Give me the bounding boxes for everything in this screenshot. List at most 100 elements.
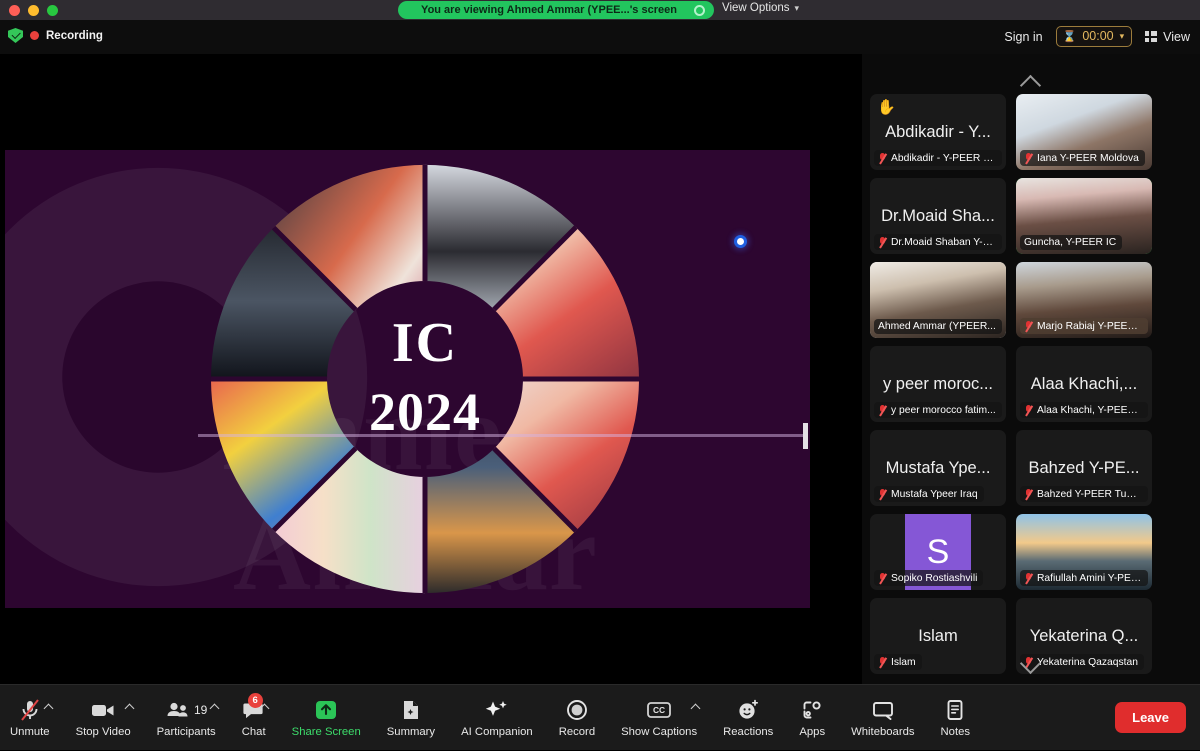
close-window-button[interactable] [9,4,20,16]
participant-name-label: Dr.Moaid Shaban Y-P... [874,234,1002,250]
participant-tile[interactable]: S Sopiko Rostiashvili [870,514,1006,590]
toolbar-whiteboards-button[interactable]: Whiteboards [851,685,915,751]
toolbar-item-label: Whiteboards [851,725,915,738]
toolbar-item-label: Notes [940,725,971,738]
participant-name-label: y peer morocco fatim... [874,402,1002,418]
microphone-muted-icon [878,236,887,248]
participants-icon: 19 [165,698,207,722]
notes-icon [943,698,967,722]
participant-name-label: Sopiko Rostiashvili [874,570,984,586]
shared-screen-stage[interactable]: Ahmed Ammar [0,54,862,684]
participant-label-text: Sopiko Rostiashvili [891,572,978,584]
participant-label-text: y peer morocco fatim... [891,404,996,416]
closed-captions-icon: CC [644,698,674,722]
view-options-button[interactable]: View Options ▾ [722,2,799,14]
leave-meeting-button[interactable]: Leave [1115,702,1186,733]
participant-tile[interactable]: Rafiullah Amini Y-PEE... [1016,514,1152,590]
participant-label-text: Mustafa Ypeer Iraq [891,488,978,500]
reactions-smiley-icon [736,698,760,722]
participant-tile[interactable]: Iana Y-PEER Moldova [1016,94,1152,170]
minimize-window-button[interactable] [28,4,39,16]
participant-name-label: Alaa Khachi, Y-PEER... [1020,402,1148,418]
window-controls[interactable] [0,4,58,16]
filmstrip-scroll-down-button[interactable] [862,650,1200,676]
participant-filmstrip[interactable]: ✋ Abdikadir - Y... Abdikadir - Y-PEER S...… [862,54,1200,684]
recording-dot-icon [30,31,39,40]
microphone-muted-icon [878,572,887,584]
view-layout-button[interactable]: View [1145,30,1190,44]
toolbar-item-label: Record [558,725,596,738]
participant-tile[interactable]: Guncha, Y-PEER IC [1016,178,1152,254]
microphone-muted-icon [18,698,42,722]
sign-in-button[interactable]: Sign in [1004,30,1042,44]
toolbar-item-label: Share Screen [291,725,361,738]
toolbar-chat-button[interactable]: Chat 6 [242,685,266,751]
toolbar-stop-video-button[interactable]: Stop Video [76,685,131,751]
toolbar-reactions-button[interactable]: Reactions [723,685,773,751]
participant-name-label: Mustafa Ypeer Iraq [874,486,984,502]
participant-label-text: Guncha, Y-PEER IC [1024,237,1117,248]
participant-tile[interactable]: Ahmed Ammar (YPEER... [870,262,1006,338]
chevron-up-icon[interactable] [692,704,701,709]
toolbar-record-button[interactable]: Record [559,685,595,751]
microphone-muted-icon [1024,320,1033,332]
participant-tile[interactable]: y peer moroc... y peer morocco fatim... [870,346,1006,422]
raised-hand-icon: ✋ [877,99,896,116]
toolbar-notes-button[interactable]: Notes [940,685,971,751]
participant-name-label: Rafiullah Amini Y-PEE... [1020,570,1148,586]
microphone-muted-icon [1024,152,1033,164]
whiteboard-icon [870,698,896,722]
participant-label-text: Abdikadir - Y-PEER S... [891,152,996,164]
participant-tile[interactable]: Bahzed Y-PE... Bahzed Y-PEER Tunisia [1016,430,1152,506]
participant-tile[interactable]: Marjo Rabiaj Y-PEER... [1016,262,1152,338]
participant-name-label: Iana Y-PEER Moldova [1020,150,1145,166]
toolbar-participants-button[interactable]: 19 Participants [157,685,216,751]
participant-label-text: Rafiullah Amini Y-PEE... [1037,572,1142,584]
meeting-timer[interactable]: ⌛ 00:00 ▾ [1055,26,1133,47]
participant-display-name: Islam [918,626,958,645]
chevron-down-icon: ▾ [1119,30,1125,41]
participant-label-text: Bahzed Y-PEER Tunisia [1037,488,1142,500]
topbar-right-controls: Sign in ⌛ 00:00 ▾ View [1004,26,1190,47]
chevron-up-icon[interactable] [45,704,54,709]
toolbar-show-captions-button[interactable]: CC Show Captions [621,685,697,751]
participant-label-text: Ahmed Ammar (YPEER... [878,321,996,332]
participant-name-label: Ahmed Ammar (YPEER... [874,319,1002,334]
viewing-screen-text: You are viewing Ahmed Ammar (YPEE...'s s… [421,4,677,16]
chevron-up-icon[interactable] [261,704,270,709]
participant-count: 19 [193,702,208,717]
shared-slide: Ahmed Ammar [5,150,810,608]
participant-display-name: Dr.Moaid Sha... [881,206,995,225]
participant-label-text: Dr.Moaid Shaban Y-P... [891,236,996,248]
participant-tile[interactable]: ✋ Abdikadir - Y... Abdikadir - Y-PEER S... [870,94,1006,170]
microphone-muted-icon [1024,404,1033,416]
participant-tile[interactable]: Dr.Moaid Sha... Dr.Moaid Shaban Y-P... [870,178,1006,254]
participant-label-text: Marjo Rabiaj Y-PEER... [1037,320,1142,332]
participant-display-name: Bahzed Y-PE... [1028,458,1140,477]
participant-tile[interactable]: Alaa Khachi,... Alaa Khachi, Y-PEER... [1016,346,1152,422]
chevron-up-icon [1020,76,1042,87]
maximize-window-button[interactable] [47,4,58,16]
participant-name-label: Marjo Rabiaj Y-PEER... [1020,318,1148,334]
summary-document-icon [399,698,423,722]
video-camera-icon [90,698,116,722]
filmstrip-scroll-up-button[interactable] [862,68,1200,94]
participant-tile[interactable]: Mustafa Ype... Mustafa Ypeer Iraq [870,430,1006,506]
toolbar-item-label: Participants [156,725,216,738]
toolbar-share-screen-button[interactable]: Share Screen [292,685,361,751]
security-shield-icon [8,28,23,43]
ai-sparkle-icon [484,698,510,722]
toolbar-unmute-button[interactable]: Unmute [10,685,50,751]
view-options-label: View Options [722,2,790,14]
chevron-up-icon[interactable] [211,704,220,709]
chevron-up-icon[interactable] [126,704,135,709]
annotation-endpoint-marker [803,423,808,449]
toolbar-ai-companion-button[interactable]: AI Companion [461,685,533,751]
participant-display-name: Yekaterina Q... [1029,626,1139,645]
toolbar-apps-button[interactable]: Apps [799,685,825,751]
toolbar-item-label: Summary [386,725,436,738]
apps-icon [800,698,824,722]
toolbar-summary-button[interactable]: Summary [387,685,435,751]
photo-collage-ring: IC 2024 [205,159,645,599]
slide-center-text: IC 2024 [205,315,645,443]
